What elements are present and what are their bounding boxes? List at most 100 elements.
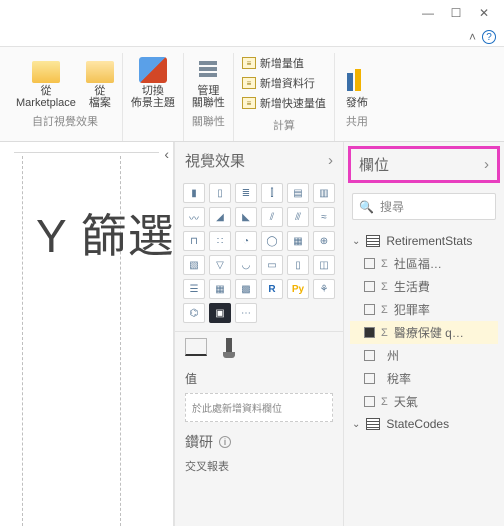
viz-multi-card[interactable]: ▯ bbox=[287, 255, 309, 275]
guide-left bbox=[22, 156, 23, 526]
viz-area[interactable]: ◢ bbox=[209, 207, 231, 227]
viz-pie[interactable]: ◔ bbox=[235, 231, 257, 251]
field-checkbox[interactable] bbox=[364, 258, 375, 269]
expander-icon: ⌄ bbox=[352, 236, 360, 247]
viz-line-clustered[interactable]: ⫻ bbox=[287, 207, 309, 227]
field-label: 生活費 bbox=[394, 278, 430, 295]
viz-clustered-column[interactable]: ⫿ bbox=[261, 183, 283, 203]
ribbon-group-themes: 切換佈景主題 bbox=[123, 53, 184, 141]
window-close-button[interactable]: ✕ bbox=[470, 4, 498, 22]
field-checkbox[interactable] bbox=[364, 373, 375, 384]
field-checkbox[interactable] bbox=[364, 396, 375, 407]
switch-theme-button[interactable]: 切換佈景主題 bbox=[131, 57, 175, 109]
chevron-right-icon: › bbox=[484, 156, 489, 173]
field-item[interactable]: Σ犯罪率 bbox=[350, 298, 498, 321]
from-marketplace-button[interactable]: 從Marketplace bbox=[16, 61, 76, 109]
viz-table[interactable]: ▦ bbox=[209, 279, 231, 299]
viz-ribbon[interactable]: ≈ bbox=[313, 207, 335, 227]
ribbon-group-label-rel: 關聯性 bbox=[192, 113, 225, 129]
new-column-button[interactable]: ≡新增資料行 bbox=[242, 75, 315, 91]
viz-100-bar[interactable]: ▤ bbox=[287, 183, 309, 203]
window-titlebar: — ☐ ✕ bbox=[0, 0, 504, 28]
viz-scatter[interactable]: ∷ bbox=[209, 231, 231, 251]
field-label: 社區福… bbox=[394, 255, 442, 272]
field-item[interactable]: 稅率 bbox=[350, 367, 498, 390]
viz-python[interactable]: Py bbox=[287, 279, 309, 299]
visualizations-header[interactable]: 視覺效果 › bbox=[175, 142, 343, 179]
ribbon-group-custom-visuals: 從Marketplace 從檔案 自訂視覺效果 bbox=[8, 53, 123, 141]
manage-relationships-button[interactable]: 管理關聯性 bbox=[192, 55, 225, 109]
viz-map[interactable]: ⊕ bbox=[313, 231, 335, 251]
visualization-gallery: ▮ ▯ ≣ ⫿ ▤ ▥ 〰 ◢ ◣ ⫽ ⫻ ≈ ⊓ ∷ ◔ ◯ ▦ ⊕ ▧ ▽ … bbox=[175, 179, 343, 327]
field-checkbox[interactable] bbox=[364, 304, 375, 315]
viz-qna[interactable]: ▣ bbox=[209, 303, 231, 323]
field-label: 州 bbox=[387, 347, 399, 364]
report-canvas[interactable]: ‹ bbox=[0, 142, 174, 526]
field-item[interactable]: Σ社區福… bbox=[350, 252, 498, 275]
guide-right bbox=[120, 156, 121, 526]
drillthrough-header[interactable]: 鑽研 i bbox=[175, 424, 343, 454]
viz-stacked-bar[interactable]: ▮ bbox=[183, 183, 205, 203]
field-item[interactable]: Σ生活費 bbox=[350, 275, 498, 298]
viz-donut[interactable]: ◯ bbox=[261, 231, 283, 251]
theme-icon bbox=[139, 57, 167, 83]
new-quick-icon: ≡ bbox=[242, 97, 256, 109]
ribbon-group-relationships: 管理關聯性 關聯性 bbox=[184, 53, 234, 141]
cross-report-label: 交叉報表 bbox=[175, 454, 343, 478]
ribbon: 從Marketplace 從檔案 自訂視覺效果 切換佈景主題 管理關聯性 關聯性 bbox=[0, 46, 504, 142]
ribbon-collapse-row: ˄ ? bbox=[0, 28, 504, 46]
ribbon-collapse-button[interactable]: ˄ bbox=[469, 30, 476, 44]
viz-r-script[interactable]: R bbox=[261, 279, 283, 299]
viz-slicer[interactable]: ☰ bbox=[183, 279, 205, 299]
fields-search[interactable]: 🔍 搜尋 bbox=[352, 193, 496, 220]
visualizations-title: 視覺效果 bbox=[185, 150, 245, 171]
help-button[interactable]: ? bbox=[482, 30, 496, 44]
fields-header[interactable]: 欄位 › bbox=[348, 146, 500, 183]
new-quick-measure-button[interactable]: ≡新增快速量值 bbox=[242, 95, 326, 111]
field-type-icon: Σ bbox=[381, 327, 388, 339]
workspace: ‹ Y 篩選 視覺效果 › ▮ ▯ ≣ ⫿ ▤ ▥ 〰 ◢ ◣ ⫽ ⫻ ≈ ⊓ … bbox=[0, 142, 504, 526]
relationships-icon bbox=[194, 55, 222, 83]
fields-tree: ⌄ RetirementStats Σ社區福…Σ生活費Σ犯罪率Σ醫療保健 q…州… bbox=[344, 226, 504, 439]
viz-filled-map[interactable]: ▧ bbox=[183, 255, 205, 275]
viz-matrix[interactable]: ▩ bbox=[235, 279, 257, 299]
viz-key-influencers[interactable]: ⚘ bbox=[313, 279, 335, 299]
viz-card[interactable]: ▭ bbox=[261, 255, 283, 275]
viz-kpi[interactable]: ◫ bbox=[313, 255, 335, 275]
field-item[interactable]: Σ天氣 bbox=[350, 390, 498, 413]
values-drop-area[interactable]: 於此處新增資料欄位 bbox=[185, 393, 333, 422]
publish-button[interactable]: 發佈 bbox=[343, 69, 371, 109]
format-tab[interactable] bbox=[221, 338, 237, 360]
table-retirementstats[interactable]: ⌄ RetirementStats bbox=[350, 230, 498, 252]
field-checkbox[interactable] bbox=[364, 350, 375, 361]
viz-decomposition[interactable]: ⌬ bbox=[183, 303, 205, 323]
window-maximize-button[interactable]: ☐ bbox=[442, 4, 470, 22]
fields-well-tab[interactable] bbox=[185, 338, 207, 356]
viz-tools bbox=[175, 331, 343, 360]
viz-funnel[interactable]: ▽ bbox=[209, 255, 231, 275]
viz-gauge[interactable]: ◡ bbox=[235, 255, 257, 275]
viz-treemap[interactable]: ▦ bbox=[287, 231, 309, 251]
viz-100-column[interactable]: ▥ bbox=[313, 183, 335, 203]
search-icon: 🔍 bbox=[359, 200, 374, 214]
new-measure-button[interactable]: ≡新增量值 bbox=[242, 55, 304, 71]
field-label: 稅率 bbox=[387, 370, 411, 387]
viz-line-stacked[interactable]: ⫽ bbox=[261, 207, 283, 227]
ribbon-group-label-calc: 計算 bbox=[273, 117, 295, 133]
field-checkbox[interactable] bbox=[364, 281, 375, 292]
viz-stacked-area[interactable]: ◣ bbox=[235, 207, 257, 227]
table-statecodes[interactable]: ⌄ StateCodes bbox=[350, 413, 498, 435]
filters-collapse-button[interactable]: ‹ bbox=[164, 146, 169, 162]
from-file-button[interactable]: 從檔案 bbox=[86, 61, 114, 109]
field-checkbox[interactable] bbox=[364, 327, 375, 338]
field-label: 天氣 bbox=[394, 393, 418, 410]
viz-line[interactable]: 〰 bbox=[183, 207, 205, 227]
viz-more[interactable]: ⋯ bbox=[235, 303, 257, 323]
field-item[interactable]: Σ醫療保健 q… bbox=[350, 321, 498, 344]
viz-stacked-column[interactable]: ▯ bbox=[209, 183, 231, 203]
window-minimize-button[interactable]: — bbox=[414, 4, 442, 22]
field-item[interactable]: 州 bbox=[350, 344, 498, 367]
viz-clustered-bar[interactable]: ≣ bbox=[235, 183, 257, 203]
publish-icon bbox=[343, 69, 371, 95]
viz-waterfall[interactable]: ⊓ bbox=[183, 231, 205, 251]
